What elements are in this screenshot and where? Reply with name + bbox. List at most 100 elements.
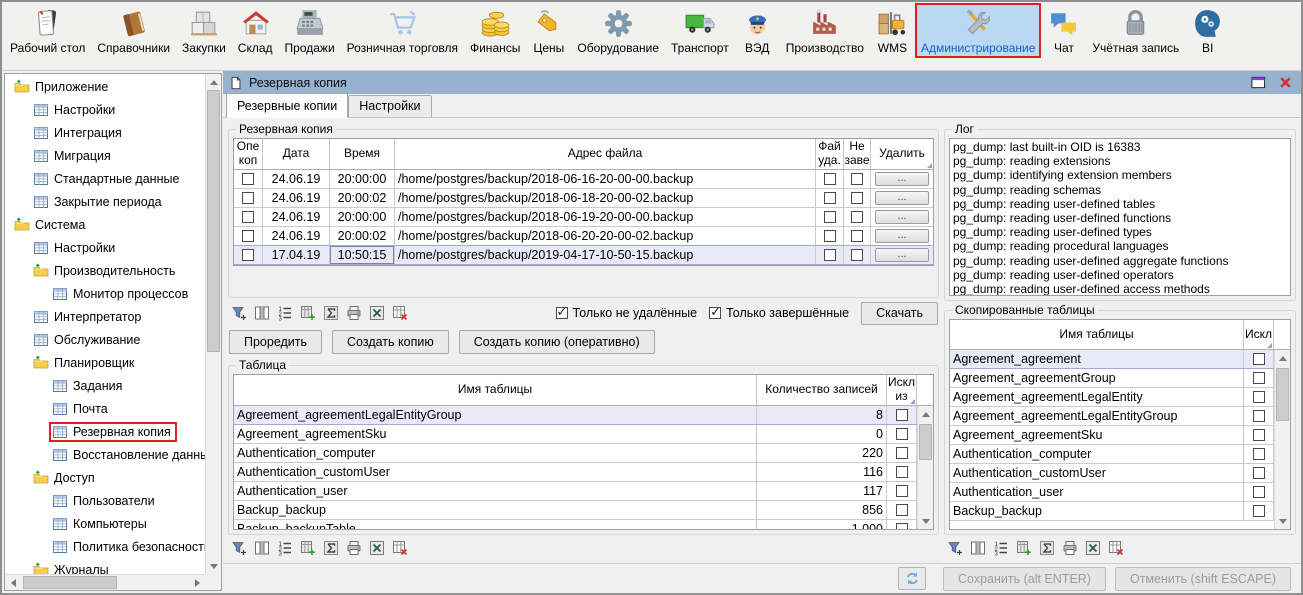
backup-date-cell[interactable]: 24.06.19 bbox=[263, 208, 330, 226]
sidebar-item[interactable]: Система bbox=[5, 213, 205, 236]
exclude-checkbox[interactable] bbox=[896, 428, 908, 440]
copied-table-row[interactable]: Authentication_user bbox=[950, 483, 1274, 502]
backup-time-cell[interactable]: 20:00:02 bbox=[330, 227, 395, 245]
restore-window-icon[interactable] bbox=[1251, 75, 1266, 90]
delete-backup-button[interactable]: ... bbox=[875, 229, 929, 243]
tab-settings[interactable]: Настройки bbox=[348, 95, 431, 117]
create-copy-operational-button[interactable]: Создать копию (оперативно) bbox=[459, 330, 655, 354]
exclude-checkbox[interactable] bbox=[1253, 486, 1265, 498]
backup-date-cell[interactable]: 17.04.19 bbox=[263, 246, 330, 264]
table-add-button[interactable] bbox=[298, 303, 318, 323]
nav-item-warehouse[interactable]: Склад bbox=[232, 3, 279, 58]
sigma-button[interactable] bbox=[321, 303, 341, 323]
table-delete-button[interactable] bbox=[390, 303, 410, 323]
file-deleted-checkbox[interactable] bbox=[824, 230, 836, 242]
column-header-file-deleted[interactable]: Фай уда. bbox=[816, 139, 844, 170]
nav-item-bi[interactable]: BI bbox=[1185, 3, 1230, 58]
table-name-cell[interactable]: Authentication_user bbox=[950, 483, 1244, 501]
column-header-time[interactable]: Время bbox=[330, 139, 395, 170]
nav-item-cart[interactable]: Розничная торговля bbox=[341, 3, 464, 58]
nav-item-customs-officer[interactable]: ВЭД bbox=[735, 3, 780, 58]
table-add-button[interactable] bbox=[298, 538, 318, 558]
tab-backups[interactable]: Резервные копии bbox=[226, 93, 348, 118]
scrollbar-thumb[interactable] bbox=[23, 576, 117, 589]
table-delete-button[interactable] bbox=[1106, 538, 1126, 558]
sidebar-item[interactable]: Стандартные данные bbox=[5, 167, 205, 190]
sidebar-item[interactable]: Закрытие периода bbox=[5, 190, 205, 213]
backup-row[interactable]: 24.06.1920:00:02/home/postgres/backup/20… bbox=[234, 189, 933, 208]
exclude-checkbox[interactable] bbox=[1253, 429, 1265, 441]
exclude-checkbox[interactable] bbox=[896, 504, 908, 516]
table-row[interactable]: Authentication_customUser116 bbox=[234, 463, 917, 482]
sigma-button[interactable] bbox=[1037, 538, 1057, 558]
table-name-cell[interactable]: Agreement_agreementLegalEntityGroup bbox=[950, 407, 1244, 425]
backup-row[interactable]: 24.06.1920:00:00/home/postgres/backup/20… bbox=[234, 208, 933, 227]
nav-item-desktop[interactable]: Рабочий стол bbox=[4, 3, 91, 58]
sidebar-item[interactable]: Журналы bbox=[5, 558, 205, 574]
table-name-cell[interactable]: Agreement_agreementGroup bbox=[950, 369, 1244, 387]
exclude-checkbox[interactable] bbox=[1253, 372, 1265, 384]
backup-file-path-cell[interactable]: /home/postgres/backup/2018-06-16-20-00-0… bbox=[395, 170, 816, 188]
not-finished-checkbox[interactable] bbox=[851, 249, 863, 261]
not-finished-checkbox[interactable] bbox=[851, 230, 863, 242]
record-count-cell[interactable]: 8 bbox=[757, 406, 887, 424]
delete-backup-button[interactable]: ... bbox=[875, 210, 929, 224]
exclude-checkbox[interactable] bbox=[896, 466, 908, 478]
table-row[interactable]: Authentication_computer220 bbox=[234, 444, 917, 463]
sidebar-item[interactable]: Планировщик bbox=[5, 351, 205, 374]
table-name-cell[interactable]: Authentication_computer bbox=[234, 444, 757, 462]
column-header-exclude[interactable]: Искл bbox=[1244, 320, 1274, 350]
scroll-up-arrow-icon[interactable] bbox=[918, 406, 934, 422]
copied-table-row[interactable]: Agreement_agreementLegalEntity bbox=[950, 388, 1274, 407]
print-button[interactable] bbox=[344, 303, 364, 323]
copied-table-row[interactable]: Authentication_computer bbox=[950, 445, 1274, 464]
sigma-button[interactable] bbox=[321, 538, 341, 558]
backup-time-cell[interactable]: 20:00:02 bbox=[330, 189, 395, 207]
scrollbar-thumb[interactable] bbox=[919, 424, 932, 460]
tree-vertical-scrollbar[interactable] bbox=[205, 74, 221, 574]
column-header-file-path[interactable]: Адрес файла bbox=[395, 139, 816, 170]
nav-item-price-tag[interactable]: Цены bbox=[526, 3, 571, 58]
not-finished-checkbox[interactable] bbox=[851, 192, 863, 204]
record-count-cell[interactable]: 856 bbox=[757, 501, 887, 519]
sidebar-item[interactable]: Обслуживание bbox=[5, 328, 205, 351]
filter-finished[interactable]: Только завершённые bbox=[709, 306, 849, 320]
numbered-list-button[interactable]: 123 bbox=[275, 303, 295, 323]
operational-copy-checkbox[interactable] bbox=[242, 192, 254, 204]
column-header-not-finished[interactable]: Не заве bbox=[844, 139, 871, 170]
scroll-down-arrow-icon[interactable] bbox=[1275, 513, 1291, 529]
file-deleted-checkbox[interactable] bbox=[824, 192, 836, 204]
nav-item-tools[interactable]: Администрирование bbox=[915, 3, 1041, 58]
copied-table-row[interactable]: Agreement_agreement bbox=[950, 350, 1274, 369]
print-button[interactable] bbox=[344, 538, 364, 558]
tables-vertical-scrollbar[interactable] bbox=[917, 406, 933, 529]
column-header-exclude[interactable]: Искл из bbox=[887, 375, 917, 406]
file-deleted-checkbox[interactable] bbox=[824, 249, 836, 261]
column-header-table-name[interactable]: Имя таблицы bbox=[234, 375, 757, 406]
sidebar-item[interactable]: Политика безопасности bbox=[5, 535, 205, 558]
copied-table-row[interactable]: Backup_backup bbox=[950, 502, 1274, 521]
sidebar-item[interactable]: Задания bbox=[5, 374, 205, 397]
sidebar-item[interactable]: Миграция bbox=[5, 144, 205, 167]
table-name-cell[interactable]: Backup_backup bbox=[234, 501, 757, 519]
nav-item-lock[interactable]: Учётная запись bbox=[1086, 3, 1185, 58]
exclude-checkbox[interactable] bbox=[896, 485, 908, 497]
table-name-cell[interactable]: Agreement_agreementLegalEntity bbox=[950, 388, 1244, 406]
create-copy-button[interactable]: Создать копию bbox=[332, 330, 449, 354]
table-row[interactable]: Agreement_agreementLegalEntityGroup8 bbox=[234, 406, 917, 425]
table-name-cell[interactable]: Authentication_customUser bbox=[950, 464, 1244, 482]
file-deleted-checkbox[interactable] bbox=[824, 173, 836, 185]
columns-button[interactable] bbox=[252, 538, 272, 558]
copied-table-row[interactable]: Agreement_agreementSku bbox=[950, 426, 1274, 445]
nav-item-boxes[interactable]: Закупки bbox=[176, 3, 232, 58]
backup-row[interactable]: 24.06.1920:00:02/home/postgres/backup/20… bbox=[234, 227, 933, 246]
scroll-left-arrow-icon[interactable] bbox=[5, 575, 21, 591]
backup-time-cell[interactable]: 20:00:00 bbox=[330, 208, 395, 226]
copied-table-row[interactable]: Authentication_customUser bbox=[950, 464, 1274, 483]
sidebar-item[interactable]: Компьютеры bbox=[5, 512, 205, 535]
operational-copy-checkbox[interactable] bbox=[242, 211, 254, 223]
copied-table-row[interactable]: Agreement_agreementLegalEntityGroup bbox=[950, 407, 1274, 426]
table-row[interactable]: Agreement_agreementSku0 bbox=[234, 425, 917, 444]
sidebar-item[interactable]: Приложение bbox=[5, 75, 205, 98]
table-delete-button[interactable] bbox=[390, 538, 410, 558]
